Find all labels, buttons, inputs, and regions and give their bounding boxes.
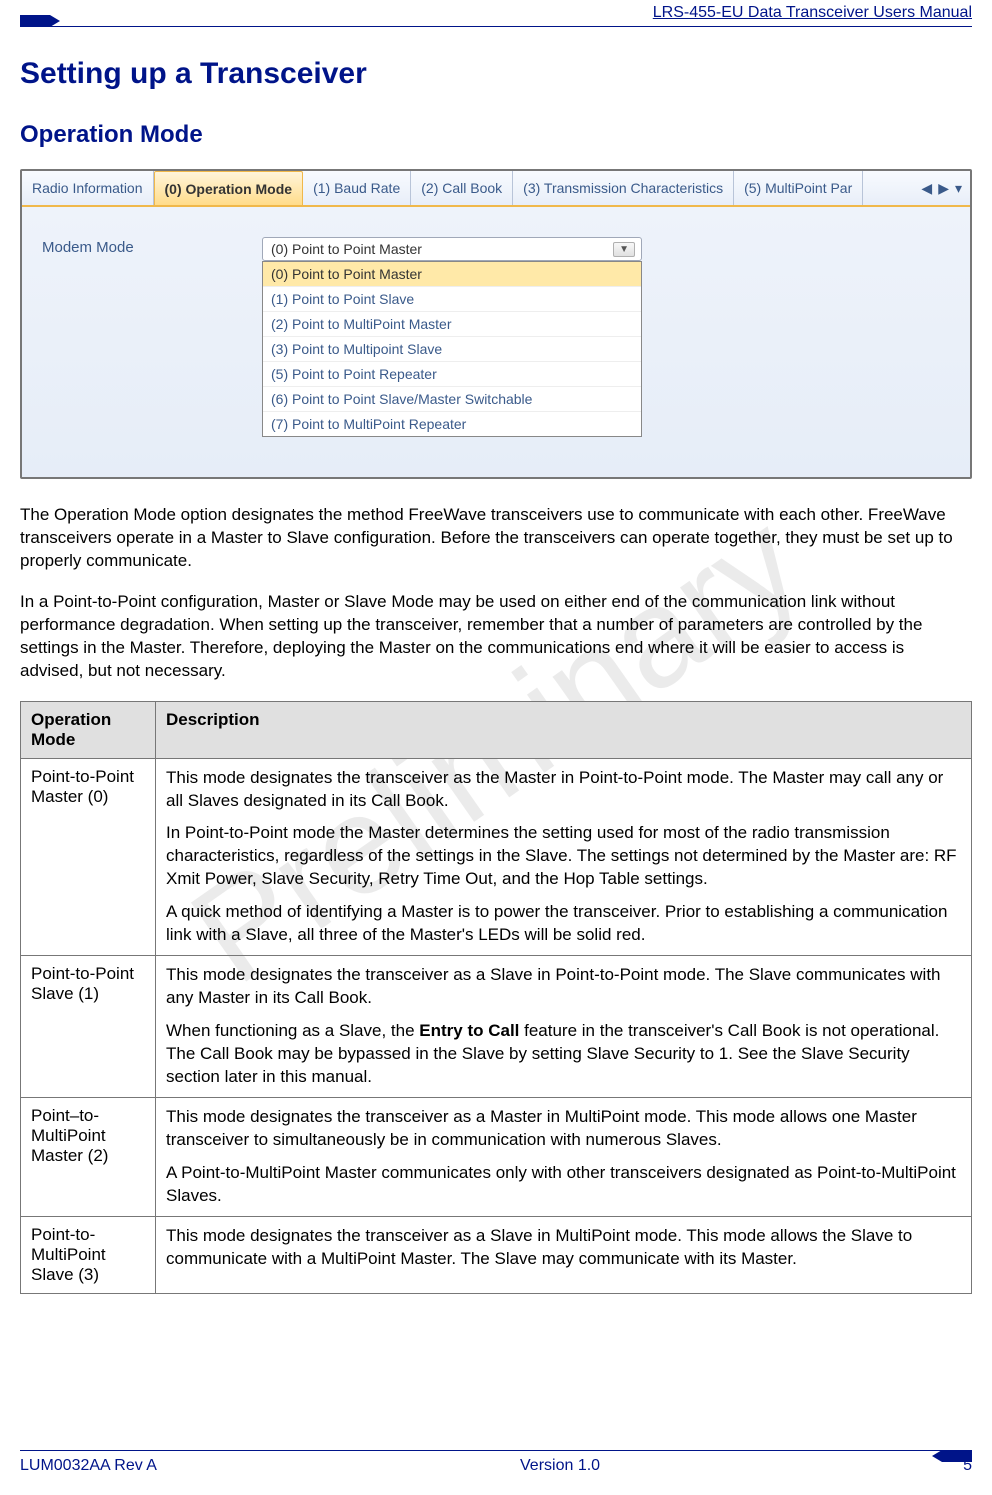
mode-cell: Point-to-Point Master (0): [21, 758, 156, 956]
tab-operation-mode[interactable]: (0) Operation Mode: [154, 171, 304, 205]
desc-para: A Point-to-MultiPoint Master communicate…: [166, 1162, 961, 1208]
desc-para: In Point-to-Point mode the Master determ…: [166, 822, 961, 891]
table-row: Point-to-Point Slave (1) This mode desig…: [21, 956, 972, 1098]
tab-baud-rate[interactable]: (1) Baud Rate: [303, 171, 411, 205]
desc-cell: This mode designates the transceiver as …: [156, 1216, 972, 1293]
chevron-down-icon[interactable]: ▼: [613, 242, 635, 257]
embedded-screenshot: Radio Information (0) Operation Mode (1)…: [20, 169, 972, 479]
table-row: Point-to-MultiPoint Slave (3) This mode …: [21, 1216, 972, 1293]
dropdown-option[interactable]: (5) Point to Point Repeater: [263, 362, 641, 387]
table-header-mode: Operation Mode: [21, 701, 156, 758]
dropdown-selected-value: (0) Point to Point Master: [271, 241, 422, 257]
tab-call-book[interactable]: (2) Call Book: [411, 171, 513, 205]
dropdown-option[interactable]: (1) Point to Point Slave: [263, 287, 641, 312]
page-heading-1: Setting up a Transceiver: [20, 57, 972, 91]
desc-cell: This mode designates the transceiver as …: [156, 1097, 972, 1216]
desc-para: This mode designates the transceiver as …: [166, 767, 961, 813]
footer-center: Version 1.0: [520, 1457, 600, 1475]
body-paragraph-1: The Operation Mode option designates the…: [20, 504, 972, 573]
tab-multipoint-par[interactable]: (5) MultiPoint Par: [734, 171, 863, 205]
desc-para: A quick method of identifying a Master i…: [166, 901, 961, 947]
tab-overflow-icon[interactable]: ▾: [955, 180, 962, 197]
tab-transmission-characteristics[interactable]: (3) Transmission Characteristics: [513, 171, 734, 205]
tab-strip: Radio Information (0) Operation Mode (1)…: [22, 171, 970, 207]
operation-mode-table: Operation Mode Description Point-to-Poin…: [20, 701, 972, 1294]
desc-cell: This mode designates the transceiver as …: [156, 758, 972, 956]
dropdown-option[interactable]: (6) Point to Point Slave/Master Switchab…: [263, 387, 641, 412]
desc-para: This mode designates the transceiver as …: [166, 1106, 961, 1152]
dropdown-option[interactable]: (2) Point to MultiPoint Master: [263, 312, 641, 337]
footer-left: LUM0032AA Rev A: [20, 1457, 157, 1475]
desc-cell: This mode designates the transceiver as …: [156, 956, 972, 1098]
tab-radio-information[interactable]: Radio Information: [22, 171, 154, 205]
mode-cell: Point–to-MultiPoint Master (2): [21, 1097, 156, 1216]
mode-cell: Point-to-Point Slave (1): [21, 956, 156, 1098]
tab-scroll-left-icon[interactable]: ◀: [921, 180, 932, 197]
desc-para: This mode designates the transceiver as …: [166, 964, 961, 1010]
table-header-description: Description: [156, 701, 972, 758]
header-title: LRS-455-EU Data Transceiver Users Manual: [653, 4, 972, 22]
dropdown-option[interactable]: (3) Point to Multipoint Slave: [263, 337, 641, 362]
page-heading-2: Operation Mode: [20, 121, 972, 149]
mode-cell: Point-to-MultiPoint Slave (3): [21, 1216, 156, 1293]
dropdown-option[interactable]: (0) Point to Point Master: [263, 262, 641, 287]
dropdown-option[interactable]: (7) Point to MultiPoint Repeater: [263, 412, 641, 436]
modem-mode-dropdown[interactable]: (0) Point to Point Master ▼: [262, 237, 642, 261]
body-paragraph-2: In a Point-to-Point configuration, Maste…: [20, 591, 972, 683]
page-header: LRS-455-EU Data Transceiver Users Manual: [20, 0, 972, 27]
table-row: Point–to-MultiPoint Master (2) This mode…: [21, 1097, 972, 1216]
tab-scroll-right-icon[interactable]: ▶: [938, 180, 949, 197]
header-decoration-icon: [20, 15, 60, 27]
field-label-modem-mode: Modem Mode: [42, 237, 262, 437]
footer-right: 5: [963, 1457, 972, 1475]
page-footer: LUM0032AA Rev A Version 1.0 5: [20, 1450, 972, 1475]
desc-para: This mode designates the transceiver as …: [166, 1225, 961, 1271]
desc-para: When functioning as a Slave, the Entry t…: [166, 1020, 961, 1089]
dropdown-list: (0) Point to Point Master (1) Point to P…: [262, 261, 642, 437]
table-row: Point-to-Point Master (0) This mode desi…: [21, 758, 972, 956]
